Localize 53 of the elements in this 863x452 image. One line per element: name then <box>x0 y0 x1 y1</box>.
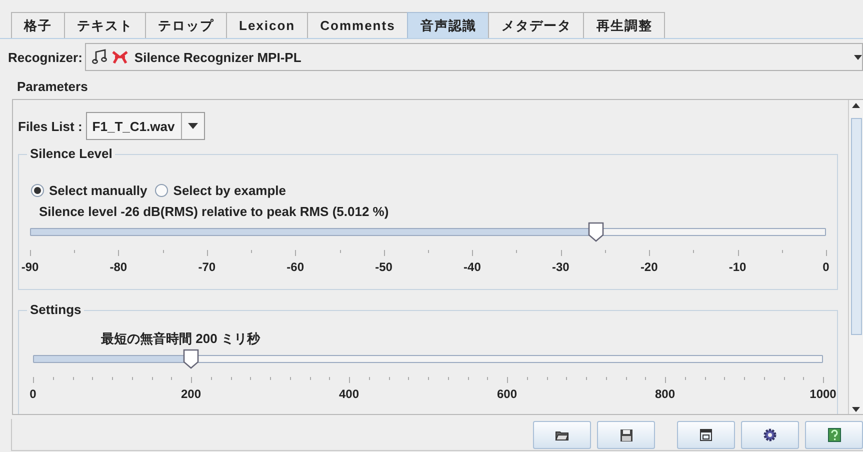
tab[interactable]: 音声認識 <box>407 12 490 38</box>
scroll-down-icon[interactable] <box>852 406 860 412</box>
toolbar-button[interactable] <box>741 421 799 449</box>
slider-thumb[interactable] <box>182 349 200 369</box>
tab[interactable]: 再生調整 <box>583 12 666 38</box>
tick-label: 1000 <box>810 387 836 401</box>
slider-caption: Silence level -26 dB(RMS) relative to peak RMS (5.012 %) <box>38 203 390 221</box>
radio-button[interactable] <box>31 184 44 197</box>
folder-icon <box>555 429 569 441</box>
group-title: Silence Level <box>27 146 116 161</box>
tick-label: -90 <box>21 260 39 274</box>
tick-label: -20 <box>640 260 658 274</box>
dropdown-arrow-icon <box>188 123 198 129</box>
scrollbar[interactable] <box>848 100 863 414</box>
scroll-up-icon[interactable] <box>852 102 860 108</box>
toolbar-button[interactable] <box>805 421 863 449</box>
tick-label: 0 <box>30 387 36 401</box>
group-title: Settings <box>27 302 84 317</box>
recognizer-icon <box>112 50 128 64</box>
dropdown-arrow-icon <box>854 54 862 60</box>
tick-label: -60 <box>286 260 304 274</box>
files-list-label: Files List : <box>18 118 82 134</box>
tick-label: -30 <box>552 260 570 274</box>
tick-label: 800 <box>654 387 676 401</box>
slider-track[interactable] <box>33 355 823 363</box>
recognizer-label: Recognizer: <box>8 50 82 64</box>
slider-track[interactable] <box>30 228 826 236</box>
help-icon <box>828 428 840 442</box>
tick-label: -40 <box>464 260 481 274</box>
tab[interactable]: メタデータ <box>488 12 584 38</box>
files-dropdown[interactable]: F1_T_C1.wav <box>86 112 205 140</box>
radio-button[interactable] <box>155 184 168 197</box>
music-note-icon <box>92 49 108 65</box>
toolbar-button[interactable] <box>597 421 655 449</box>
tick-label: -10 <box>728 260 746 274</box>
radio-label: Select manually <box>49 183 148 198</box>
tick-label: 0 <box>822 260 830 274</box>
tick-label: -80 <box>110 260 128 274</box>
tab[interactable]: 格子 <box>11 12 65 38</box>
window-icon <box>700 429 712 441</box>
recognizer-dropdown[interactable]: Silence Recognizer MPI-PL <box>85 43 863 71</box>
radio-option[interactable]: Select manually <box>31 183 148 198</box>
tick-label: -50 <box>375 260 392 274</box>
slider-caption: 最短の無音時間 200 ミリ秒 <box>100 330 262 348</box>
tick-label: 400 <box>338 387 360 401</box>
settings-icon <box>763 428 777 442</box>
tick-label: -70 <box>198 260 216 274</box>
tick-label: 600 <box>496 387 518 401</box>
toolbar-button[interactable] <box>533 421 591 449</box>
section-title: Parameters <box>17 79 89 95</box>
toolbar-button[interactable] <box>677 421 735 449</box>
tick-label: 200 <box>180 387 202 401</box>
slider-thumb[interactable] <box>586 222 605 242</box>
